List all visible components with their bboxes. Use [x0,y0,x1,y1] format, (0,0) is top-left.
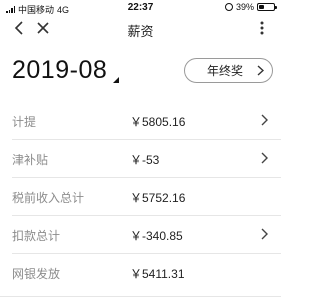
period-row: 2019-08 年终奖 [0,54,281,90]
row-amount: ￥5752.16 [130,191,186,205]
salary-row: 网银发放 ￥5411.31 [12,254,281,292]
divider [0,296,281,297]
dropdown-caret-icon[interactable] [113,77,119,83]
month-selector[interactable]: 2019-08 [12,56,107,85]
salary-row[interactable]: 扣款总计 ￥-340.85 [12,216,281,254]
salary-row[interactable]: 计提 ￥5805.16 [12,102,281,140]
row-label: 计提 [12,115,37,129]
chevron-right-icon [261,152,268,164]
nav-bar: 薪资 [0,16,281,42]
chevron-right-icon [261,114,268,126]
salary-row[interactable]: 津补贴 ￥-53 [12,140,281,178]
status-right: 39% [224,2,277,12]
status-bar: 中国移动 4G 22:37 39% [0,0,281,16]
more-vertical-icon [260,21,264,35]
row-amount: ￥5411.31 [130,267,185,281]
row-amount: ￥5805.16 [130,115,186,129]
page-title: 薪资 [127,24,154,39]
row-amount: ￥-340.85 [130,229,183,243]
battery-percent: 39% [235,2,254,12]
battery-icon [257,3,277,11]
row-label: 网银发放 [12,267,61,281]
salary-row: 税前收入总计 ￥5752.16 [12,178,281,216]
chevron-right-icon [257,65,264,76]
year-end-bonus-button[interactable]: 年终奖 [184,58,273,83]
alarm-icon [224,3,233,11]
salary-list: 计提 ￥5805.16 津补贴 ￥-53 税前收入总计 ￥5752.16 扣款总… [0,102,281,292]
row-amount: ￥-53 [130,153,160,167]
salary-screen: 中国移动 4G 22:37 39% 薪资 2019-08 年终奖 计提 ￥580… [0,0,281,300]
row-label: 扣款总计 [12,229,61,243]
row-label: 津补贴 [12,153,49,167]
year-end-bonus-label: 年终奖 [207,64,244,78]
row-label: 税前收入总计 [12,191,85,205]
chevron-right-icon [261,228,268,240]
more-button[interactable] [255,19,269,37]
